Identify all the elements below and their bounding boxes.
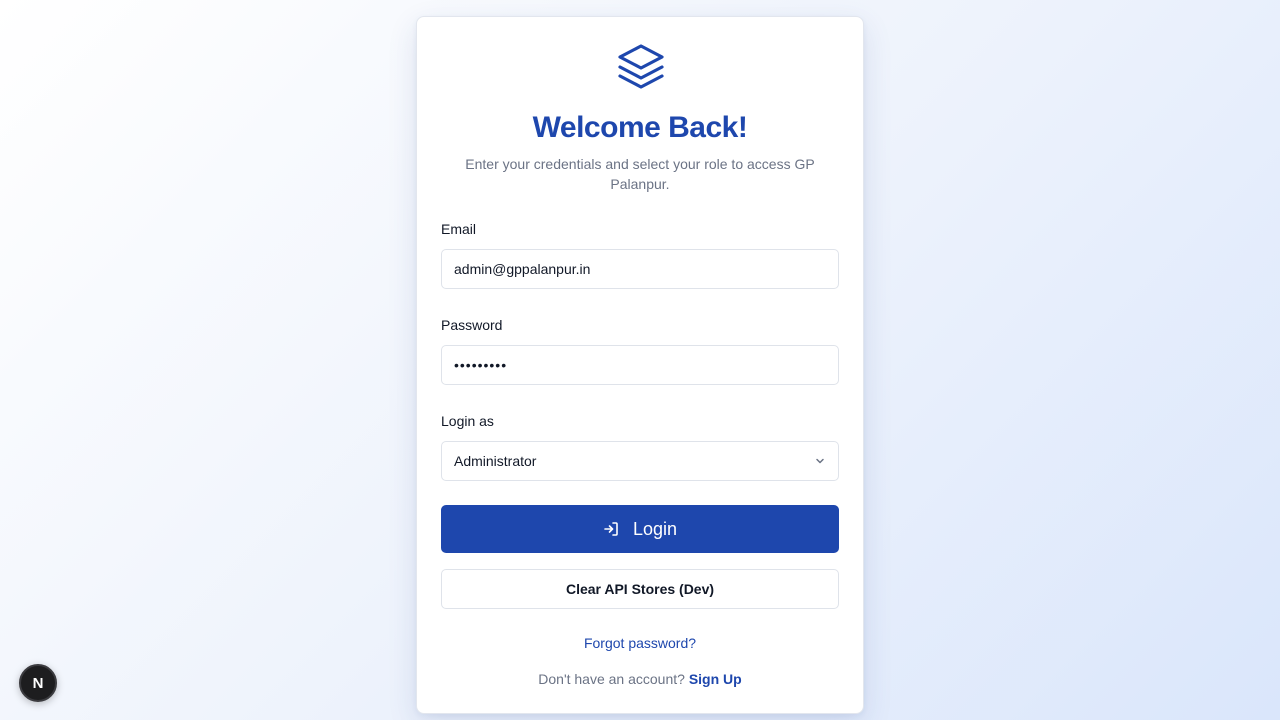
email-label: Email: [441, 221, 477, 237]
role-label: Login as: [441, 413, 494, 429]
page-title: Welcome Back!: [532, 111, 748, 144]
signup-row: Don't have an account? Sign Up: [417, 671, 863, 687]
password-field[interactable]: [441, 345, 839, 385]
login-button[interactable]: Login: [441, 505, 839, 553]
forgot-password-link[interactable]: Forgot password?: [417, 635, 863, 651]
log-in-icon: [604, 522, 618, 536]
layers-icon: [618, 44, 664, 89]
password-label: Password: [441, 317, 503, 333]
login-card: Welcome Back! Enter your credentials and…: [416, 16, 864, 714]
clear-api-stores-button[interactable]: Clear API Stores (Dev): [441, 569, 839, 609]
dev-badge-letter: N: [32, 674, 44, 692]
signup-prompt: Don't have an account?: [538, 671, 685, 687]
page-subtitle: Enter your credentials and select your r…: [465, 156, 815, 192]
login-button-label: Login: [632, 518, 678, 539]
nextjs-icon[interactable]: N: [19, 664, 57, 702]
role-select[interactable]: Administrator: [441, 441, 839, 481]
signup-link[interactable]: Sign Up: [689, 671, 742, 687]
chevron-down-icon: [816, 458, 824, 464]
email-field[interactable]: [441, 249, 839, 289]
role-select-value: Administrator: [454, 453, 537, 469]
